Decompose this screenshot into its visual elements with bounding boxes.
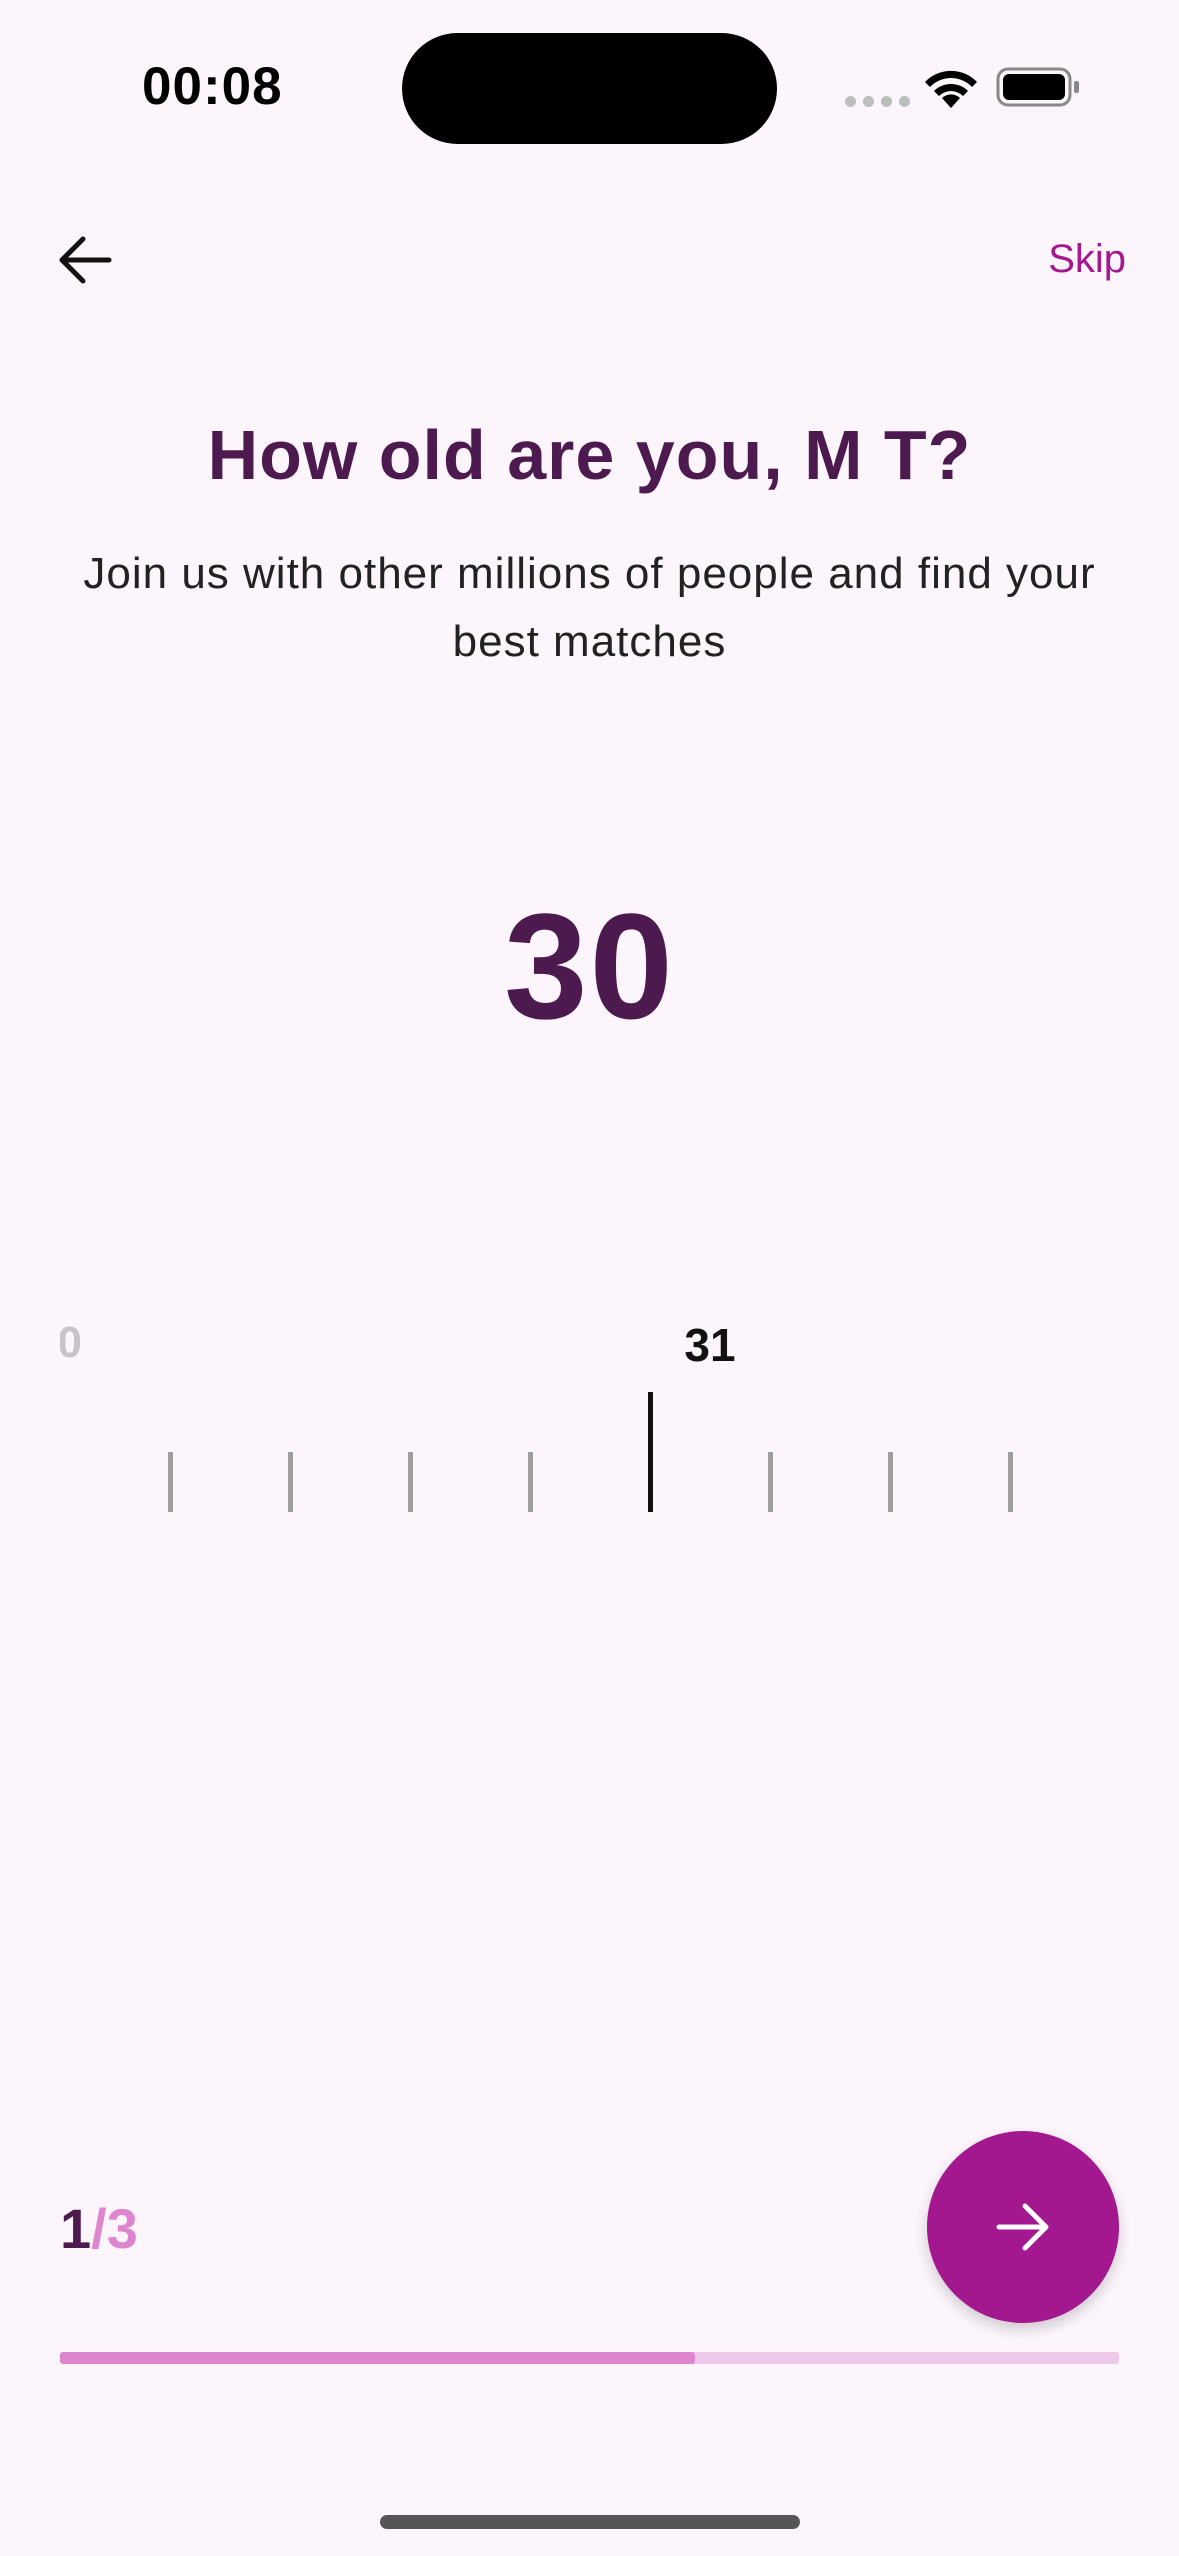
ruler-label-current: 31	[684, 1319, 736, 1371]
home-indicator[interactable]	[380, 2515, 800, 2529]
wifi-icon	[925, 70, 977, 108]
page-subtitle: Join us with other millions of people an…	[83, 549, 1096, 666]
battery-icon	[996, 67, 1079, 107]
ruler-center-indicator	[648, 1392, 653, 1512]
ruler-tick	[168, 1452, 173, 1512]
next-button[interactable]	[927, 2131, 1119, 2323]
back-button[interactable]	[50, 225, 120, 295]
ruler-label-previous: 0	[60, 1318, 82, 1367]
status-time: 00:08	[142, 57, 283, 116]
arrow-left-icon	[59, 236, 112, 284]
arrow-right-icon	[996, 2203, 1049, 2251]
progress-bar	[60, 2352, 1119, 2364]
age-ruler-picker[interactable]: 0 31	[60, 1300, 1120, 1530]
ruler-tick	[768, 1452, 773, 1512]
step-current: 1	[60, 2197, 92, 2260]
ruler-tick	[288, 1452, 293, 1512]
ruler-tick	[888, 1452, 893, 1512]
progress-bar-fill	[60, 2352, 696, 2364]
step-total: 3	[106, 2197, 138, 2260]
ruler-tick	[528, 1452, 533, 1512]
selected-age-value: 30	[504, 882, 675, 1050]
dynamic-island	[402, 33, 777, 144]
ruler-tick	[408, 1452, 413, 1512]
skip-button[interactable]: Skip	[1048, 237, 1126, 282]
ruler-tick	[1008, 1452, 1013, 1512]
step-separator: /	[91, 2197, 107, 2260]
cellular-signal-icon	[845, 96, 910, 107]
step-indicator: 1/3	[60, 2196, 138, 2261]
page-title: How old are you, M T?	[207, 416, 972, 494]
